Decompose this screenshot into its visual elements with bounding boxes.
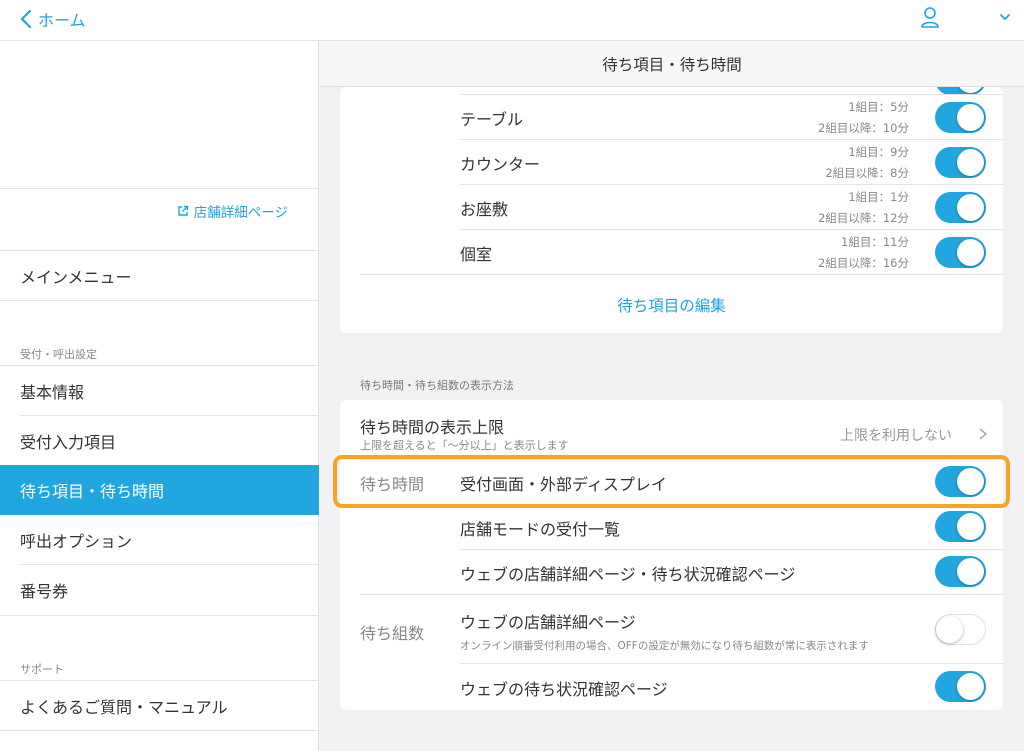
sidebar-item-ticket[interactable]: 番号券 [0,565,319,615]
edit-wait-items-button[interactable]: 待ち項目の編集 [340,294,1003,316]
wait-item-after: 2組目以降：12分 [818,211,909,225]
divider [460,229,1003,230]
wait-item-toggle[interactable] [935,147,986,178]
limit-value[interactable]: 上限を利用しない [760,425,952,445]
section-header-reception: 受付・呼出設定 [20,348,97,361]
highlight-box [333,455,1010,508]
web-detail-status-toggle[interactable] [935,556,986,587]
chevron-left-icon [20,9,32,29]
sidebar: 店舗詳細ページ メインメニュー 受付・呼出設定 基本情報 受付入力項目 待ち項目… [0,41,319,751]
external-link-icon [178,205,188,216]
sidebar-item-reception-fields[interactable]: 受付入力項目 [0,416,319,466]
setting-label: 店舗モードの受付一覧 [460,520,621,539]
page-title-text: 待ち項目・待ち時間 [602,55,742,74]
divider [460,663,1003,664]
wait-item-first: 1組目：5分 [848,100,909,114]
wait-item-toggle[interactable] [935,102,986,133]
user-icon[interactable] [920,6,940,28]
wait-item-after: 2組目以降：8分 [825,166,909,180]
sidebar-item-label: 番号券 [20,582,69,601]
back-label: ホーム [38,11,86,30]
sidebar-item-label: メインメニュー [20,268,132,287]
sidebar-item-main-menu[interactable]: メインメニュー [0,251,319,301]
sidebar-item-wait-items[interactable]: 待ち項目・待ち時間 [0,465,319,515]
web-status-count-toggle[interactable] [935,671,986,702]
store-mode-list-toggle[interactable] [935,511,986,542]
divider [0,300,319,301]
setting-note: オンライン順番受付利用の場合、OFFの設定が無効になり待ち組数が常に表示されます [460,640,869,652]
divider [0,730,319,731]
wait-item-toggle[interactable] [935,192,986,223]
wait-item-first: 1組目：11分 [841,235,909,249]
wait-item-name: 個室 [460,245,493,264]
divider [0,615,319,616]
setting-label: ウェブの店舗詳細ページ [460,613,636,632]
sidebar-item-label: よくあるご質問・マニュアル [20,698,228,717]
shop-detail-label: 店舗詳細ページ [193,205,288,221]
setting-label: ウェブの店舗詳細ページ・待ち状況確認ページ [460,565,796,584]
wait-item-name: お座敷 [460,200,509,219]
sidebar-item-label: 基本情報 [20,383,85,402]
sidebar-item-label: 受付入力項目 [20,433,117,452]
page-title: 待ち項目・待ち時間 [320,41,1024,87]
divider [460,139,1003,140]
sidebar-item-label: 呼出オプション [20,532,133,551]
wait-item-after: 2組目以降：16分 [818,256,909,270]
chevron-right-icon [979,428,988,440]
limit-description: 上限を超えると「〜分以上」と表示します [360,439,569,452]
wait-item-toggle[interactable] [935,237,986,268]
top-bar: ホーム [0,0,1024,41]
divider [460,184,1003,185]
divider [460,549,1003,550]
divider [360,274,1003,275]
chevron-down-icon[interactable] [999,12,1011,22]
limit-title: 待ち時間の表示上限 [360,418,505,437]
section-header-display: 待ち時間・待ち組数の表示方法 [360,379,514,392]
sidebar-item-label: 待ち項目・待ち時間 [20,482,165,501]
divider [360,594,1003,595]
wait-count-group-label: 待ち組数 [360,624,425,643]
shop-detail-link[interactable]: 店舗詳細ページ [177,201,288,221]
sidebar-item-faq[interactable]: よくあるご質問・マニュアル [0,681,319,731]
web-detail-count-toggle[interactable] [935,614,986,645]
wait-item-name: テーブル [460,110,524,129]
setting-label: ウェブの待ち状況確認ページ [460,680,668,699]
wait-item-after: 2組目以降：10分 [818,121,909,135]
divider [460,94,1003,95]
wait-item-name: カウンター [460,155,541,174]
sidebar-item-basic-info[interactable]: 基本情報 [0,366,319,416]
sidebar-item-call-options[interactable]: 呼出オプション [0,515,319,565]
section-header-support: サポート [20,663,64,676]
wait-item-first: 1組目：9分 [848,145,909,159]
shop-header-area [0,41,319,189]
back-button[interactable]: ホーム [20,7,86,31]
wait-item-first: 1組目：1分 [848,190,909,204]
